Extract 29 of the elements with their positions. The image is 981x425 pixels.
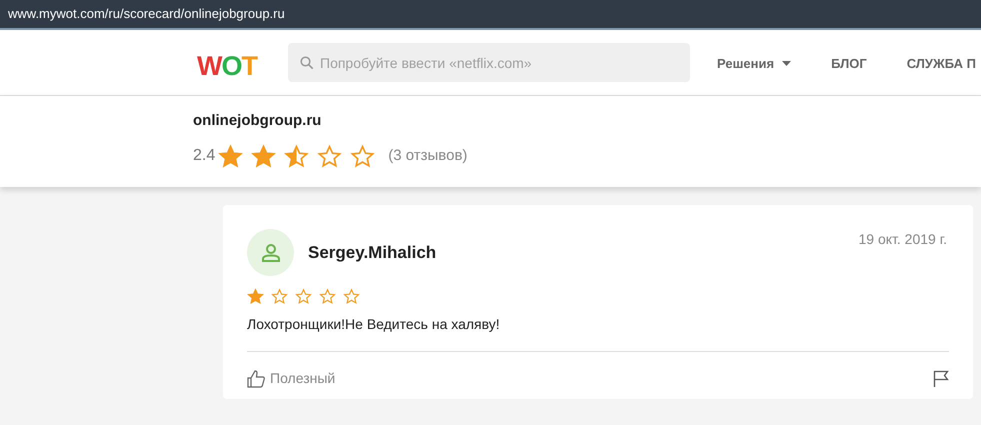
caret-icon [782, 61, 792, 66]
wot-logo[interactable]: WOT [197, 46, 257, 86]
review-count: (3 отзывов) [388, 146, 468, 166]
nav-link[interactable]: Решения [717, 54, 792, 74]
url-text: www.mywot.com/ru/scorecard/onlinejobgroup.ru [8, 5, 285, 24]
review-date: 19 окт. 2019 г. [858, 230, 948, 249]
empty-star-icon [271, 288, 288, 305]
flag-icon[interactable] [933, 370, 949, 388]
review-text: Лохотронщики!Не Ведитесь на халяву! [247, 315, 501, 334]
filled-star-icon [251, 144, 276, 168]
filled-star-icon [218, 144, 244, 168]
search-icon [300, 56, 314, 70]
empty-star-icon [317, 144, 342, 168]
empty-star-icon [319, 288, 336, 305]
score-text: 2.4 [193, 146, 216, 166]
user-icon [260, 242, 280, 262]
filled-star-icon [247, 288, 264, 305]
author-name: Sergey.Mihalich [308, 242, 436, 264]
helpful-button[interactable]: Полезный [247, 368, 336, 389]
nav-link[interactable]: БЛОГ [831, 54, 867, 74]
empty-star-icon [350, 144, 376, 168]
domain-title: onlinejobgroup.ru [193, 111, 322, 131]
half-star-icon [284, 144, 310, 168]
empty-star-icon [343, 288, 360, 305]
address-bar[interactable]: www.mywot.com/ru/scorecard/onlinejobgroup.ru [0, 0, 981, 30]
nav-link[interactable]: СЛУЖБА П [906, 54, 976, 74]
thumbs-up-icon [247, 370, 265, 388]
search-field[interactable]: Попробуйте ввести «netflix.com» [288, 43, 690, 82]
empty-star-icon [295, 288, 312, 305]
